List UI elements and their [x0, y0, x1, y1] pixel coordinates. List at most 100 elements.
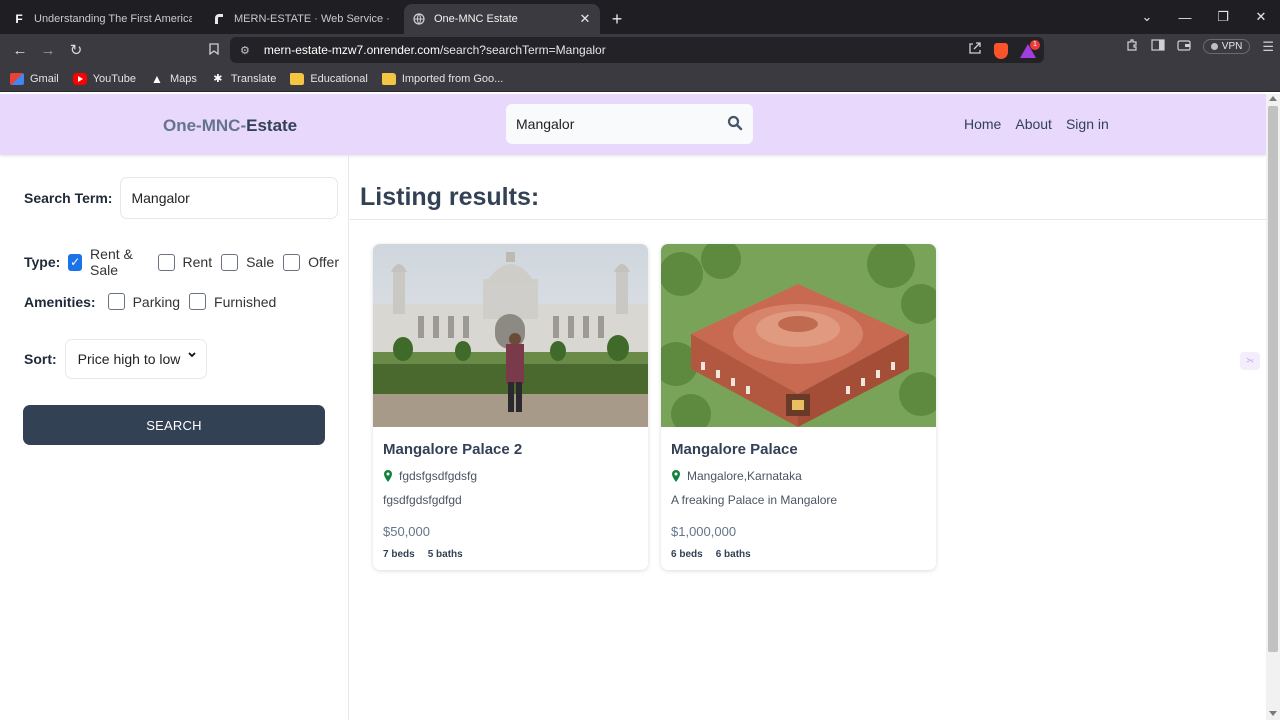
amenities-label: Amenities: [24, 293, 96, 310]
listing-meta: 6 beds 6 baths [671, 549, 751, 560]
site-header: One-MNC-Estate Home About Sign in [0, 94, 1266, 155]
browser-tab[interactable]: MERN-ESTATE · Web Service · Rend [204, 4, 400, 34]
amenity-parking[interactable]: Parking [107, 293, 180, 310]
header-search [506, 104, 753, 144]
tab-search-icon[interactable]: ⌄ [1128, 9, 1166, 25]
search-term-row: Search Term: [24, 177, 339, 219]
location-pin-icon [384, 470, 392, 482]
type-rent[interactable]: Rent [157, 253, 212, 271]
listing-baths: 6 baths [715, 549, 751, 560]
site-settings-icon[interactable]: ⚙ [240, 44, 250, 57]
browser-toolbar: ← → ↻ ⚙ mern-estate-mzw7.onrender.com/se… [0, 34, 1280, 66]
bookmark-folder-imported[interactable]: Imported from Goo... [381, 72, 503, 85]
page-scrollbar[interactable] [1266, 94, 1280, 720]
listing-address: fgdsfgsdfgdsfg [383, 469, 477, 483]
back-icon[interactable]: ← [6, 42, 34, 59]
page-viewport: One-MNC-Estate Home About Sign in Search… [0, 94, 1266, 720]
checkbox[interactable] [107, 293, 125, 310]
sidebar-toggle-icon[interactable] [1151, 39, 1165, 54]
bookmark-youtube[interactable]: YouTube [72, 72, 136, 85]
scroll-up-icon[interactable] [1269, 96, 1277, 101]
checkbox-checked[interactable]: ✓ [68, 253, 83, 271]
listing-image[interactable] [661, 244, 936, 427]
maximize-icon[interactable]: ❐ [1204, 9, 1242, 25]
search-icon[interactable] [727, 115, 743, 136]
scrollbar-thumb[interactable] [1268, 106, 1278, 652]
checkbox[interactable] [283, 253, 301, 271]
listing-name[interactable]: Mangalore Palace [671, 441, 798, 458]
address-bar[interactable]: ⚙ mern-estate-mzw7.onrender.com/search?s… [230, 37, 1044, 63]
listing-description: A freaking Palace in Mangalore [671, 493, 838, 507]
header-search-input[interactable] [516, 116, 716, 132]
tab-favicon: F [15, 12, 23, 26]
nav-about[interactable]: About [1015, 116, 1052, 132]
browser-tab-bar: F Understanding The First American Fi ME… [0, 0, 1280, 34]
youtube-icon [72, 72, 87, 85]
close-window-icon[interactable]: ✕ [1242, 9, 1280, 25]
site-logo[interactable]: One-MNC-Estate [163, 116, 297, 136]
forward-icon[interactable]: → [34, 42, 62, 59]
window-controls: ⌄ — ❐ ✕ [1128, 0, 1280, 34]
listing-beds: 6 beds [671, 549, 703, 560]
brave-shields-icon[interactable] [994, 42, 1008, 59]
render-icon [212, 12, 226, 26]
location-pin-icon [672, 470, 680, 482]
listing-name[interactable]: Mangalore Palace 2 [383, 441, 522, 458]
new-tab-icon[interactable]: + [604, 4, 630, 34]
type-sale[interactable]: Sale [221, 253, 274, 271]
checkbox[interactable] [221, 253, 239, 271]
vpn-button[interactable]: VPN [1202, 39, 1251, 54]
wallet-icon[interactable] [1177, 39, 1191, 54]
extension-widget-icon[interactable]: >‹ [1240, 352, 1260, 370]
tab-title: MERN-ESTATE · Web Service · Rend [234, 13, 392, 25]
bookmark-folder-educational[interactable]: Educational [290, 72, 368, 85]
checkbox[interactable] [157, 253, 175, 271]
listing-price: $50,000 [383, 524, 430, 539]
type-offer[interactable]: Offer [283, 253, 339, 271]
divider [350, 219, 1266, 220]
type-rent-and-sale[interactable]: ✓ Rent & Sale [68, 246, 148, 278]
reload-icon[interactable]: ↻ [62, 41, 90, 59]
bookmark-icon[interactable] [200, 42, 228, 59]
tab-title: Understanding The First American Fi [34, 13, 192, 25]
gmail-icon [10, 72, 24, 85]
search-button[interactable]: SEARCH [23, 405, 325, 445]
chevron-down-icon [187, 350, 197, 363]
listing-meta: 7 beds 5 baths [383, 549, 463, 560]
bookmark-maps[interactable]: ▲ Maps [150, 73, 197, 85]
listing-description: fgsdfgdsfgdfgd [383, 493, 462, 507]
minimize-icon[interactable]: — [1166, 10, 1204, 25]
scroll-down-icon[interactable] [1269, 711, 1277, 716]
close-tab-icon[interactable]: ✕ [578, 11, 592, 27]
bookmarks-bar: Gmail YouTube ▲ Maps ✱ Translate Education… [0, 66, 1280, 92]
amenity-furnished[interactable]: Furnished [189, 293, 276, 310]
type-label: Type: [24, 254, 61, 270]
bookmark-translate[interactable]: ✱ Translate [211, 73, 276, 85]
brave-rewards-icon[interactable]: 1 [1020, 39, 1040, 58]
bookmark-gmail[interactable]: Gmail [10, 72, 59, 85]
browser-tab[interactable]: F Understanding The First American Fi [4, 4, 200, 34]
sort-select[interactable]: Price high to low [64, 339, 207, 379]
listing-beds: 7 beds [383, 549, 415, 560]
listing-image[interactable] [373, 244, 648, 427]
menu-icon[interactable]: ☰ [1262, 39, 1274, 55]
listing-baths: 5 baths [427, 549, 463, 560]
share-icon[interactable] [968, 41, 982, 60]
search-term-input[interactable] [120, 177, 339, 219]
sort-row: Sort: Price high to low [24, 339, 207, 379]
type-row: Type: ✓ Rent & Sale Rent Sale Offer [24, 246, 348, 278]
search-term-label: Search Term: [24, 190, 113, 206]
checkbox[interactable] [189, 293, 207, 310]
extensions-icon[interactable] [1125, 38, 1139, 55]
nav-sign-in[interactable]: Sign in [1066, 116, 1109, 132]
listing-card[interactable]: Mangalore Palace 2 fgdsfgsdfgdsfg fgsdfg… [373, 244, 648, 570]
nav-home[interactable]: Home [964, 116, 1001, 132]
results-panel: Listing results: Mangalore Palace 2 fgds… [350, 155, 1266, 720]
listing-price: $1,000,000 [671, 524, 737, 539]
maps-icon: ▲ [151, 71, 163, 86]
results-title: Listing results: [360, 183, 540, 211]
vpn-status-icon [1210, 43, 1218, 50]
folder-icon [290, 72, 305, 85]
browser-tab-active[interactable]: One-MNC Estate ✕ [404, 4, 600, 34]
listing-card[interactable]: Mangalore Palace Mangalore,Karnataka A f… [661, 244, 936, 570]
